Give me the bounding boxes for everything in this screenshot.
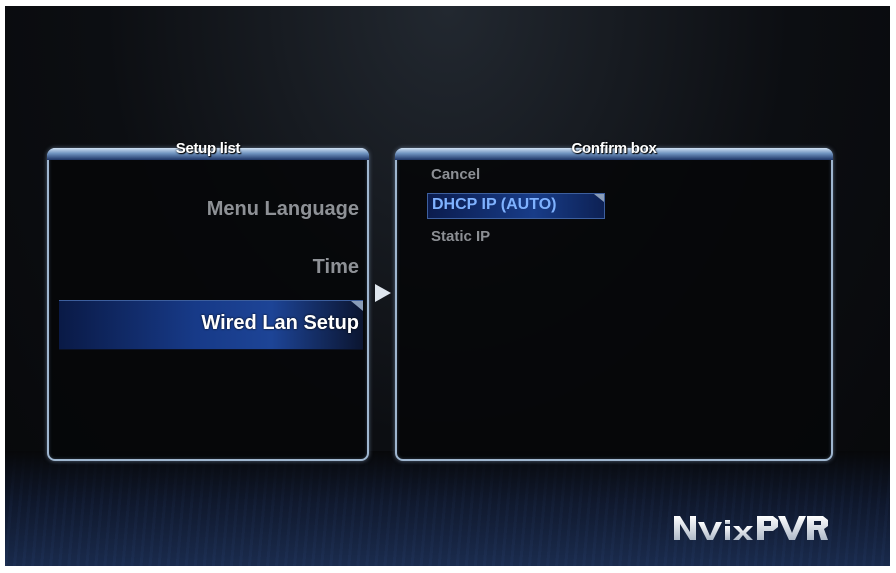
confirm-box-panel: Confirm box Cancel DHCP IP (AUTO) Static…: [395, 140, 833, 461]
setup-item-time[interactable]: Time: [313, 256, 359, 279]
confirm-box-title: Confirm box: [571, 140, 657, 157]
option-dhcp-ip-auto[interactable]: DHCP IP (AUTO): [427, 193, 605, 219]
option-cancel[interactable]: Cancel: [431, 166, 480, 183]
logo-wordmark: [674, 516, 828, 540]
selection-corner-mark: [351, 301, 363, 311]
selection-corner-mark: [594, 194, 604, 202]
setup-item-wired-lan-setup[interactable]: Wired Lan Setup: [201, 312, 359, 335]
setup-item-menu-language[interactable]: Menu Language: [207, 198, 359, 221]
option-static-ip[interactable]: Static IP: [431, 228, 490, 245]
right-arrow-icon: [375, 284, 391, 302]
tv-screen: Setup list Menu Language Time Wired Lan …: [5, 6, 890, 566]
nvix-pvr-logo: [670, 506, 830, 556]
option-dhcp-label: DHCP IP (AUTO): [432, 196, 557, 213]
setup-list-panel: Setup list Menu Language Time Wired Lan …: [47, 140, 369, 461]
setup-list-title: Setup list: [175, 140, 241, 157]
